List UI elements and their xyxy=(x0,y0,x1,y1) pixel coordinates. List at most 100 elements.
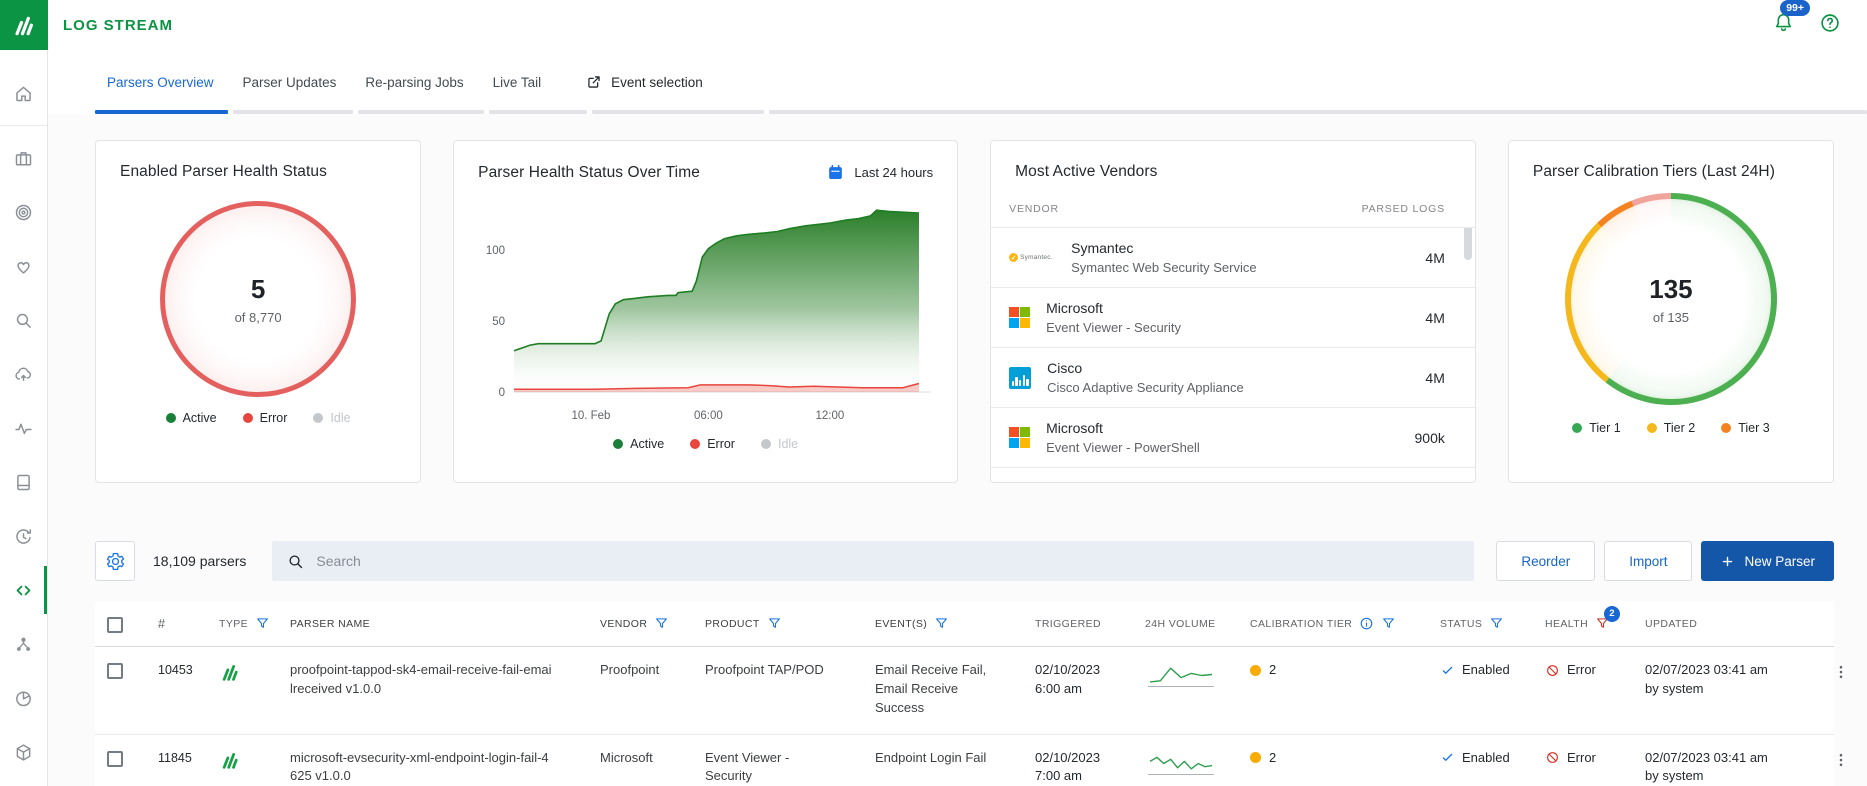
tab-parser-updates[interactable]: Parser Updates xyxy=(231,50,349,114)
main-area: Parsers OverviewParser UpdatesRe-parsing… xyxy=(48,50,1867,786)
sidebar-item-heart[interactable] xyxy=(0,239,47,293)
parsers-table: #TYPEPARSER NAMEVENDORPRODUCTEVENT(S)TRI… xyxy=(95,601,1834,786)
column-label: STATUS xyxy=(1440,618,1482,630)
row-checkbox[interactable] xyxy=(107,663,123,679)
target-icon xyxy=(13,202,34,223)
page-content: Enabled Parser Health Status 5 of 8,770 … xyxy=(48,114,1867,786)
legend-dot xyxy=(613,439,623,449)
tab-event-selection-label: Event selection xyxy=(611,75,703,90)
cell-24h-volume xyxy=(1145,661,1250,691)
parsers-toolbar: 18,109 parsers Reorder Import New Parser xyxy=(95,541,1834,581)
vendors-list: ✓Symantec. Symantec Symantec Web Securit… xyxy=(991,228,1475,480)
sidebar-item-pie-chart[interactable] xyxy=(0,671,47,725)
table-row[interactable]: 11845 microsoft-evsecurity-xml-endpoint-… xyxy=(95,735,1834,786)
search-icon xyxy=(286,552,305,571)
sidebar-item-activity[interactable] xyxy=(0,401,47,455)
tab-live-tail[interactable]: Live Tail xyxy=(481,50,554,114)
column-header-parser-name: PARSER NAME xyxy=(290,618,552,630)
vendor-row[interactable]: ✓Symantec. Symantec Symantec Web Securit… xyxy=(991,228,1475,288)
sidebar-item-history[interactable] xyxy=(0,509,47,563)
external-link-icon xyxy=(586,74,602,90)
vendors-scrollbar[interactable] xyxy=(1464,228,1472,260)
briefcase-icon xyxy=(13,148,34,169)
legend-item-active: Active xyxy=(613,437,664,451)
vendor-row[interactable]: Cisco Cisco Adaptive Security Appliance … xyxy=(991,348,1475,408)
row-menu-button[interactable] xyxy=(1830,749,1852,771)
sidebar-item-search[interactable] xyxy=(0,293,47,347)
filter-icon[interactable] xyxy=(1489,616,1504,631)
cell-status: Enabled xyxy=(1440,749,1545,768)
new-parser-label: New Parser xyxy=(1744,554,1815,569)
table-settings-button[interactable] xyxy=(95,541,135,581)
sidebar-item-book[interactable] xyxy=(0,455,47,509)
reorder-button[interactable]: Reorder xyxy=(1496,541,1595,581)
svg-text:10. Feb: 10. Feb xyxy=(572,410,611,422)
cell-24h-volume xyxy=(1145,749,1250,779)
card-title: Enabled Parser Health Status xyxy=(120,163,396,181)
new-parser-button[interactable]: New Parser xyxy=(1701,541,1834,581)
error-prohibited-icon xyxy=(1545,750,1560,765)
health-donut-caption: of 8,770 xyxy=(235,310,282,325)
tab-parsers-overview[interactable]: Parsers Overview xyxy=(95,50,226,114)
parser-type-icon xyxy=(219,661,241,683)
vendor-product: Event Viewer - PowerShell xyxy=(1046,440,1398,455)
select-all-checkbox[interactable] xyxy=(107,617,123,633)
notifications-button[interactable]: 99+ xyxy=(1772,11,1795,39)
sidebar-item-home[interactable] xyxy=(0,66,47,120)
column-label: VENDOR xyxy=(600,618,647,630)
cell-calibration-tier: 2 xyxy=(1250,749,1440,768)
cell-parser-name[interactable]: microsoft-evsecurity-xml-endpoint-login-… xyxy=(290,749,552,786)
help-button[interactable] xyxy=(1819,12,1841,39)
legend-item-idle: Idle xyxy=(761,437,798,451)
import-button[interactable]: Import xyxy=(1604,541,1692,581)
search-input[interactable] xyxy=(316,553,1460,569)
column-label: HEALTH xyxy=(1545,618,1588,630)
filter-icon[interactable] xyxy=(1381,616,1396,631)
vendor-row[interactable]: Microsoft Event Viewer - Security 4M xyxy=(991,288,1475,348)
filter-icon[interactable] xyxy=(934,616,949,631)
column-label: EVENT(S) xyxy=(875,618,927,630)
svg-text:06:00: 06:00 xyxy=(694,410,723,422)
vendor-parsed-logs: 4M xyxy=(1425,310,1444,326)
vendor-parsed-logs: 900k xyxy=(1415,430,1445,446)
vendors-col-vendor: VENDOR xyxy=(1009,203,1059,215)
check-icon xyxy=(1440,750,1455,765)
tier-dot xyxy=(1250,752,1261,763)
filter-icon[interactable] xyxy=(767,616,782,631)
sidebar-item-briefcase[interactable] xyxy=(0,131,47,185)
sidebar-item-cube[interactable] xyxy=(0,725,47,779)
search-box xyxy=(272,541,1474,581)
tab-event-selection[interactable]: Event selection xyxy=(572,50,717,114)
cell-parser-name[interactable]: proofpoint-tappod-sk4-email-receive-fail… xyxy=(290,661,552,699)
column-header-updated: UPDATED xyxy=(1645,618,1805,630)
filter-icon[interactable] xyxy=(654,616,669,631)
svg-text:50: 50 xyxy=(492,316,505,328)
table-row[interactable]: 10453 proofpoint-tappod-sk4-email-receiv… xyxy=(95,647,1834,735)
brand-logo[interactable] xyxy=(0,0,48,50)
column-header--: # xyxy=(140,617,205,631)
health-donut-chart: 5 of 8,770 xyxy=(160,201,356,397)
column-header-24h-volume: 24H VOLUME xyxy=(1145,618,1250,630)
tab-re-parsing-jobs[interactable]: Re-parsing Jobs xyxy=(353,50,475,114)
filter-icon[interactable] xyxy=(255,616,270,631)
cell-calibration-tier: 2 xyxy=(1250,661,1440,680)
cell-health: Error xyxy=(1545,749,1645,768)
info-icon[interactable] xyxy=(1359,616,1374,631)
tiers-donut-value: 135 xyxy=(1649,274,1692,305)
sidebar-item-code[interactable] xyxy=(0,563,47,617)
vendor-row[interactable]: Microsoft Event Viewer - PowerShell 900k xyxy=(991,408,1475,468)
row-menu-button[interactable] xyxy=(1830,661,1852,683)
cell-product: Proofpoint TAP/POD xyxy=(705,661,830,680)
svg-text:0: 0 xyxy=(499,387,505,399)
card-title: Parser Health Status Over Time xyxy=(478,164,700,182)
cell-number: 11845 xyxy=(140,749,205,767)
time-range-selector[interactable]: Last 24 hours xyxy=(826,163,933,182)
filter-icon[interactable]: 2 xyxy=(1595,616,1610,631)
row-checkbox[interactable] xyxy=(107,751,123,767)
cell-triggered: 02/10/20237:00 am xyxy=(1035,749,1125,786)
code-icon xyxy=(13,580,34,601)
time-range-label: Last 24 hours xyxy=(854,165,933,180)
sidebar-item-target[interactable] xyxy=(0,185,47,239)
sidebar-item-cloud-upload[interactable] xyxy=(0,347,47,401)
sidebar-item-network[interactable] xyxy=(0,617,47,671)
